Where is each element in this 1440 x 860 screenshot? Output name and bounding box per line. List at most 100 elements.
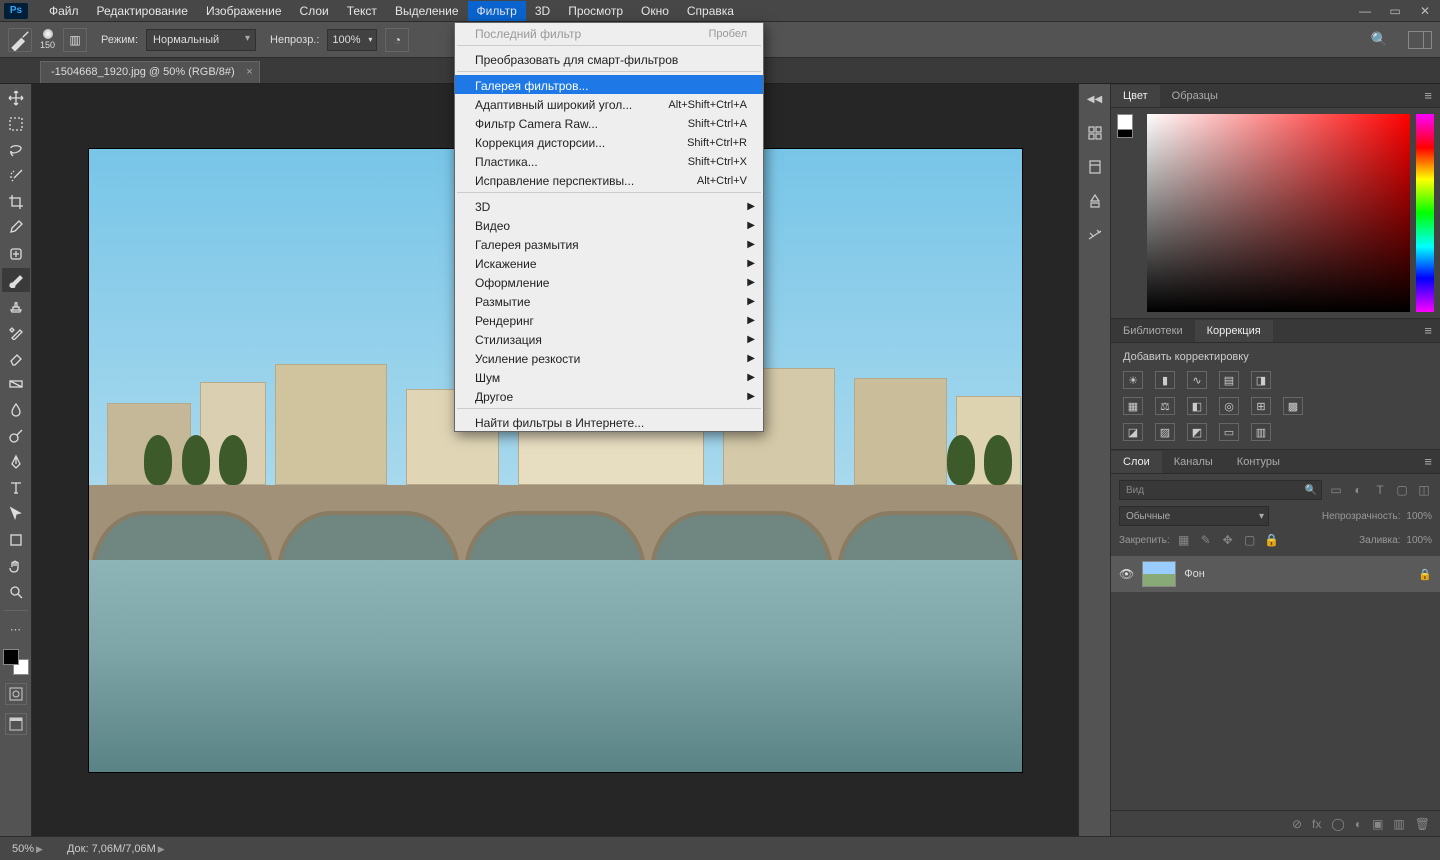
- zoom-tool[interactable]: [2, 580, 30, 604]
- lock-artboard-icon[interactable]: ▢: [1242, 532, 1258, 548]
- adj-threshold-icon[interactable]: ◩: [1187, 423, 1207, 441]
- hand-tool[interactable]: [2, 554, 30, 578]
- path-select-tool[interactable]: [2, 502, 30, 526]
- menu-файл[interactable]: Файл: [40, 1, 88, 21]
- tab-adjustments[interactable]: Коррекция: [1195, 320, 1273, 342]
- lasso-tool[interactable]: [2, 138, 30, 162]
- menu-item[interactable]: Усиление резкости▶: [455, 348, 763, 367]
- pen-tool[interactable]: [2, 450, 30, 474]
- document-tab[interactable]: -1504668_1920.jpg @ 50% (RGB/8#) ×: [40, 61, 260, 83]
- eyedropper-tool[interactable]: [2, 216, 30, 240]
- new-adjust-icon[interactable]: ◐: [1355, 817, 1362, 831]
- tab-swatches[interactable]: Образцы: [1160, 85, 1230, 107]
- adj-lookup-icon[interactable]: ▩: [1283, 397, 1303, 415]
- settings-panel-icon[interactable]: [1084, 224, 1106, 246]
- marquee-tool[interactable]: [2, 112, 30, 136]
- menu-item[interactable]: Размытие▶: [455, 291, 763, 310]
- minimize-button[interactable]: —: [1350, 0, 1380, 22]
- filter-shape-icon[interactable]: ▢: [1394, 482, 1410, 498]
- quickmask-toggle[interactable]: [5, 683, 27, 705]
- tab-paths[interactable]: Контуры: [1225, 451, 1292, 473]
- adj-levels-icon[interactable]: ▮: [1155, 371, 1175, 389]
- workspace-switcher[interactable]: [1408, 31, 1432, 49]
- opacity-input[interactable]: 100%▾: [327, 29, 377, 51]
- color-fgbg-mini[interactable]: [1117, 114, 1141, 312]
- screenmode-toggle[interactable]: [5, 713, 27, 735]
- type-tool[interactable]: [2, 476, 30, 500]
- adj-hue-icon[interactable]: ▦: [1123, 397, 1143, 415]
- menu-фильтр[interactable]: Фильтр: [468, 1, 526, 21]
- shape-tool[interactable]: [2, 528, 30, 552]
- menu-item[interactable]: Адаптивный широкий угол...Alt+Shift+Ctrl…: [455, 94, 763, 113]
- color-panel-menu-icon[interactable]: ≡: [1416, 88, 1440, 103]
- menu-изображение[interactable]: Изображение: [197, 1, 291, 21]
- tab-layers[interactable]: Слои: [1111, 451, 1162, 473]
- collapse-panels-icon[interactable]: ◀◀: [1084, 88, 1106, 110]
- link-layers-icon[interactable]: ⊘: [1292, 817, 1302, 831]
- adj-bw-icon[interactable]: ◧: [1187, 397, 1207, 415]
- close-tab-icon[interactable]: ×: [246, 66, 252, 78]
- menu-item[interactable]: Найти фильтры в Интернете...: [455, 412, 763, 431]
- magic-wand-tool[interactable]: [2, 164, 30, 188]
- move-tool[interactable]: [2, 86, 30, 110]
- brush-panel-toggle[interactable]: ▥: [63, 28, 87, 52]
- lock-move-icon[interactable]: ✥: [1220, 532, 1236, 548]
- filter-smart-icon[interactable]: ◫: [1416, 482, 1432, 498]
- delete-layer-icon[interactable]: 🗑: [1415, 817, 1430, 831]
- menu-item[interactable]: Оформление▶: [455, 272, 763, 291]
- zoom-level[interactable]: 50%▶: [12, 843, 43, 855]
- brush-preview[interactable]: 150: [40, 29, 55, 50]
- menu-item[interactable]: 3D▶: [455, 196, 763, 215]
- menu-выделение[interactable]: Выделение: [386, 1, 468, 21]
- close-button[interactable]: ✕: [1410, 0, 1440, 22]
- menu-3d[interactable]: 3D: [526, 1, 559, 21]
- layer-fx-icon[interactable]: fx: [1312, 817, 1321, 831]
- lock-position-icon[interactable]: ✎: [1198, 532, 1214, 548]
- filter-image-icon[interactable]: ▭: [1328, 482, 1344, 498]
- brush-tool[interactable]: [2, 268, 30, 292]
- menu-просмотр[interactable]: Просмотр: [559, 1, 632, 21]
- tab-channels[interactable]: Каналы: [1162, 451, 1225, 473]
- dodge-tool[interactable]: [2, 424, 30, 448]
- brushes-panel-icon[interactable]: [1084, 190, 1106, 212]
- blend-mode-layers[interactable]: Обычные: [1119, 506, 1269, 526]
- lock-all-icon[interactable]: 🔒: [1264, 532, 1280, 548]
- visibility-icon[interactable]: 👁: [1119, 567, 1134, 581]
- menu-item[interactable]: Галерея размытия▶: [455, 234, 763, 253]
- menu-окно[interactable]: Окно: [632, 1, 678, 21]
- menu-item[interactable]: Стилизация▶: [455, 329, 763, 348]
- eraser-tool[interactable]: [2, 346, 30, 370]
- blur-tool[interactable]: [2, 398, 30, 422]
- doc-info[interactable]: Док: 7,06M/7,06M▶: [67, 843, 165, 855]
- pressure-opacity-icon[interactable]: ◔: [385, 28, 409, 52]
- color-swatches[interactable]: [3, 649, 29, 675]
- tab-libraries[interactable]: Библиотеки: [1111, 320, 1195, 342]
- tool-preset-icon[interactable]: [8, 28, 32, 52]
- menu-item[interactable]: Коррекция дисторсии...Shift+Ctrl+R: [455, 132, 763, 151]
- menu-редактирование[interactable]: Редактирование: [88, 1, 197, 21]
- menu-item[interactable]: Другое▶: [455, 386, 763, 405]
- menu-item[interactable]: Преобразовать для смарт-фильтров: [455, 49, 763, 68]
- menu-слои[interactable]: Слои: [291, 1, 338, 21]
- adj-mixer-icon[interactable]: ⊞: [1251, 397, 1271, 415]
- adj-gradmap-icon[interactable]: ▭: [1219, 423, 1239, 441]
- history-brush-tool[interactable]: [2, 320, 30, 344]
- menu-текст[interactable]: Текст: [338, 1, 386, 21]
- tab-color[interactable]: Цвет: [1111, 85, 1160, 107]
- layers-panel-menu-icon[interactable]: ≡: [1416, 454, 1440, 469]
- layer-thumbnail[interactable]: [1142, 561, 1176, 587]
- properties-panel-icon[interactable]: [1084, 156, 1106, 178]
- menu-item[interactable]: Рендеринг▶: [455, 310, 763, 329]
- filter-type-icon[interactable]: T: [1372, 482, 1388, 498]
- menu-item[interactable]: Искажение▶: [455, 253, 763, 272]
- menu-справка[interactable]: Справка: [678, 1, 743, 21]
- adj-invert-icon[interactable]: ◪: [1123, 423, 1143, 441]
- adj-posterize-icon[interactable]: ▨: [1155, 423, 1175, 441]
- adj-exposure-icon[interactable]: ▤: [1219, 371, 1239, 389]
- adj-brightness-icon[interactable]: ☀: [1123, 371, 1143, 389]
- layer-row[interactable]: 👁 Фон 🔒: [1111, 556, 1440, 592]
- fill-value[interactable]: 100%: [1406, 535, 1432, 546]
- clone-stamp-tool[interactable]: [2, 294, 30, 318]
- menu-item[interactable]: Исправление перспективы...Alt+Ctrl+V: [455, 170, 763, 189]
- layer-mask-icon[interactable]: ◯: [1331, 817, 1344, 831]
